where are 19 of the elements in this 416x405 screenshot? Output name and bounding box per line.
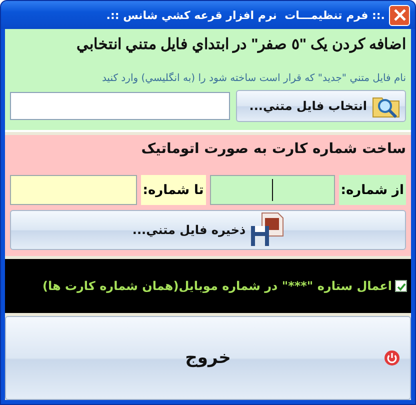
file-name-field[interactable] <box>10 92 230 120</box>
from-label: از شماره: <box>338 175 406 205</box>
power-icon <box>384 350 400 366</box>
browse-button[interactable]: انتخاب فایل متني... <box>236 90 406 122</box>
hint-text: نام فایل متني "جدید" که قرار است ساخته شود را (به انگلیسي) وارد کنید <box>100 73 406 84</box>
check-icon <box>396 282 406 290</box>
section-heading: اضافه کردن یک "٥ صفر" در ابتداي فایل متني انتخابي <box>75 35 406 53</box>
save-button[interactable]: ذخیره فایل متني... <box>10 210 406 250</box>
from-number-field[interactable] <box>210 175 335 205</box>
to-number-field[interactable] <box>10 175 137 205</box>
mask-checkbox[interactable]: اعمال ستاره "***" در شماره موبایل(همان شماره کارت ها) <box>42 279 407 293</box>
save-file-icon <box>250 212 284 248</box>
close-button[interactable] <box>389 4 410 26</box>
to-label: تا شماره: <box>140 175 206 205</box>
checkbox[interactable] <box>395 280 407 292</box>
exit-button[interactable]: خروج <box>5 316 411 400</box>
section-heading: ساخت شماره کارت به صورت اتوماتیک <box>140 141 406 157</box>
close-icon <box>392 8 406 22</box>
window-title: .:: فرم تنظیمـــات نرم افزار قرعه کشي شانس ::. <box>106 8 385 22</box>
